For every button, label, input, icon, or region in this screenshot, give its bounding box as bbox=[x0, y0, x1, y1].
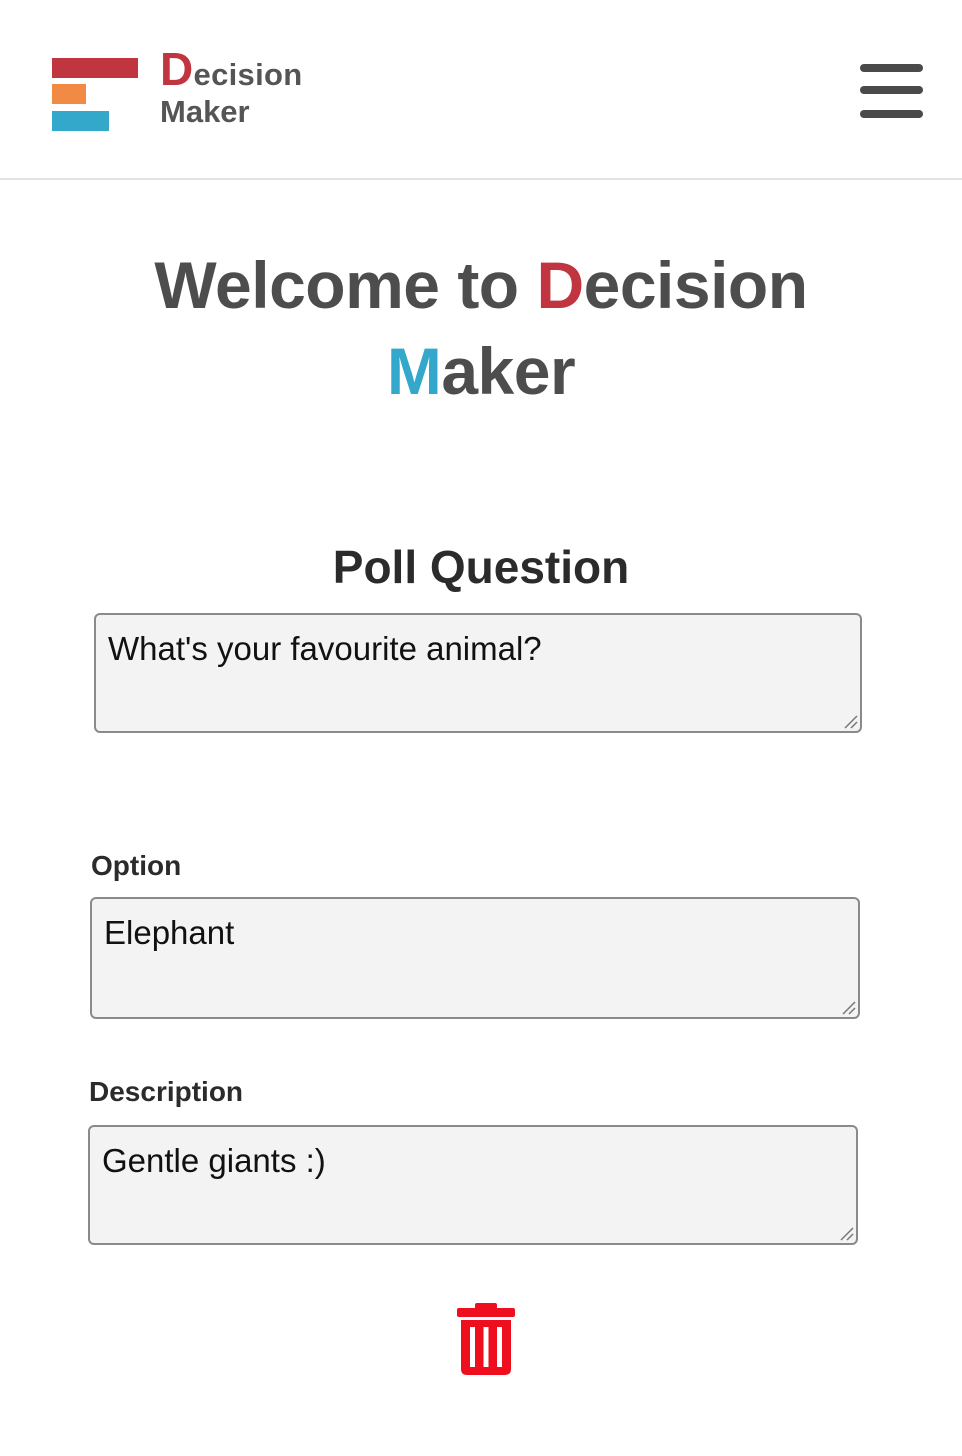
title-d-rest: ecision bbox=[583, 248, 808, 322]
option-input[interactable]: Elephant bbox=[90, 897, 860, 1019]
menu-line bbox=[860, 110, 923, 118]
poll-question-heading: Poll Question bbox=[332, 541, 630, 593]
resize-handle-icon[interactable] bbox=[842, 713, 858, 729]
description-input[interactable]: Gentle giants :) bbox=[88, 1125, 858, 1245]
logo-bar-blue bbox=[52, 111, 109, 131]
logo-line-2: Maker bbox=[160, 94, 250, 129]
logo-bar-red bbox=[52, 58, 138, 78]
logo-bar-orange bbox=[52, 84, 86, 104]
poll-question-value: What's your favourite animal? bbox=[108, 630, 542, 667]
logo-cap-letter: D bbox=[160, 43, 194, 95]
logo-line-1: Decision bbox=[160, 46, 302, 92]
option-label: Option bbox=[91, 850, 182, 881]
title-m-rest: aker bbox=[441, 334, 576, 408]
logo-mark-icon bbox=[52, 58, 140, 132]
option-value: Elephant bbox=[104, 914, 235, 951]
title-d-letter: D bbox=[536, 248, 584, 322]
header-bar: Decision Maker bbox=[0, 0, 962, 180]
poll-question-input[interactable]: What's your favourite animal? bbox=[94, 613, 862, 733]
page-title: Welcome to Decision Maker bbox=[0, 242, 962, 414]
title-prefix: Welcome to bbox=[154, 248, 537, 322]
resize-handle-icon[interactable] bbox=[838, 1225, 854, 1241]
logo[interactable]: Decision Maker bbox=[52, 46, 332, 136]
logo-text: Decision Maker bbox=[160, 46, 302, 127]
description-label: Description bbox=[89, 1076, 244, 1107]
logo-word-rest: ecision bbox=[193, 57, 303, 92]
hamburger-menu-icon[interactable] bbox=[860, 64, 923, 120]
trash-icon[interactable] bbox=[455, 1303, 517, 1375]
menu-line bbox=[860, 64, 923, 72]
title-m-letter: M bbox=[386, 334, 442, 408]
menu-line bbox=[860, 86, 923, 94]
description-value: Gentle giants :) bbox=[102, 1142, 326, 1179]
resize-handle-icon[interactable] bbox=[840, 999, 856, 1015]
